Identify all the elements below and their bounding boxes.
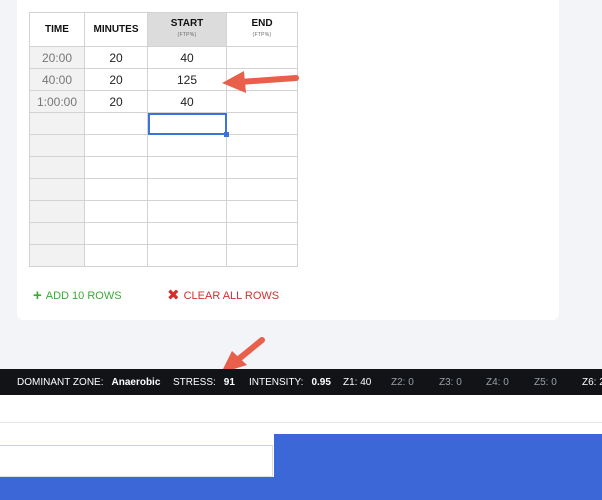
- text-input-field[interactable]: [0, 445, 273, 477]
- dominant-zone-label: DOMINANT ZONE:: [17, 376, 104, 388]
- intensity-value: 0.95: [311, 376, 331, 388]
- zone-z6: Z6: 2: [582, 376, 602, 388]
- stress-label: STRESS:: [173, 376, 216, 388]
- zone-z3: Z3: 0: [439, 376, 462, 388]
- intensity-label: INTENSITY:: [249, 376, 304, 388]
- zone-z4: Z4: 0: [486, 376, 509, 388]
- zone-z1: Z1: 40: [343, 376, 372, 388]
- arrow-to-start-125-icon: [222, 71, 299, 93]
- workout-graph-strip: [0, 477, 602, 500]
- workout-summary-bar: DOMINANT ZONE: Anaerobic STRESS: 91 INTE…: [0, 369, 602, 395]
- stress: STRESS: 91: [173, 369, 235, 395]
- dominant-zone-value: Anaerobic: [111, 376, 161, 388]
- zone-z5: Z5: 0: [534, 376, 557, 388]
- divider: [0, 422, 602, 423]
- stress-value: 91: [223, 376, 235, 388]
- intensity: INTENSITY: 0.95: [249, 369, 331, 395]
- dominant-zone: DOMINANT ZONE: Anaerobic: [17, 369, 160, 395]
- zone-z2: Z2: 0: [391, 376, 414, 388]
